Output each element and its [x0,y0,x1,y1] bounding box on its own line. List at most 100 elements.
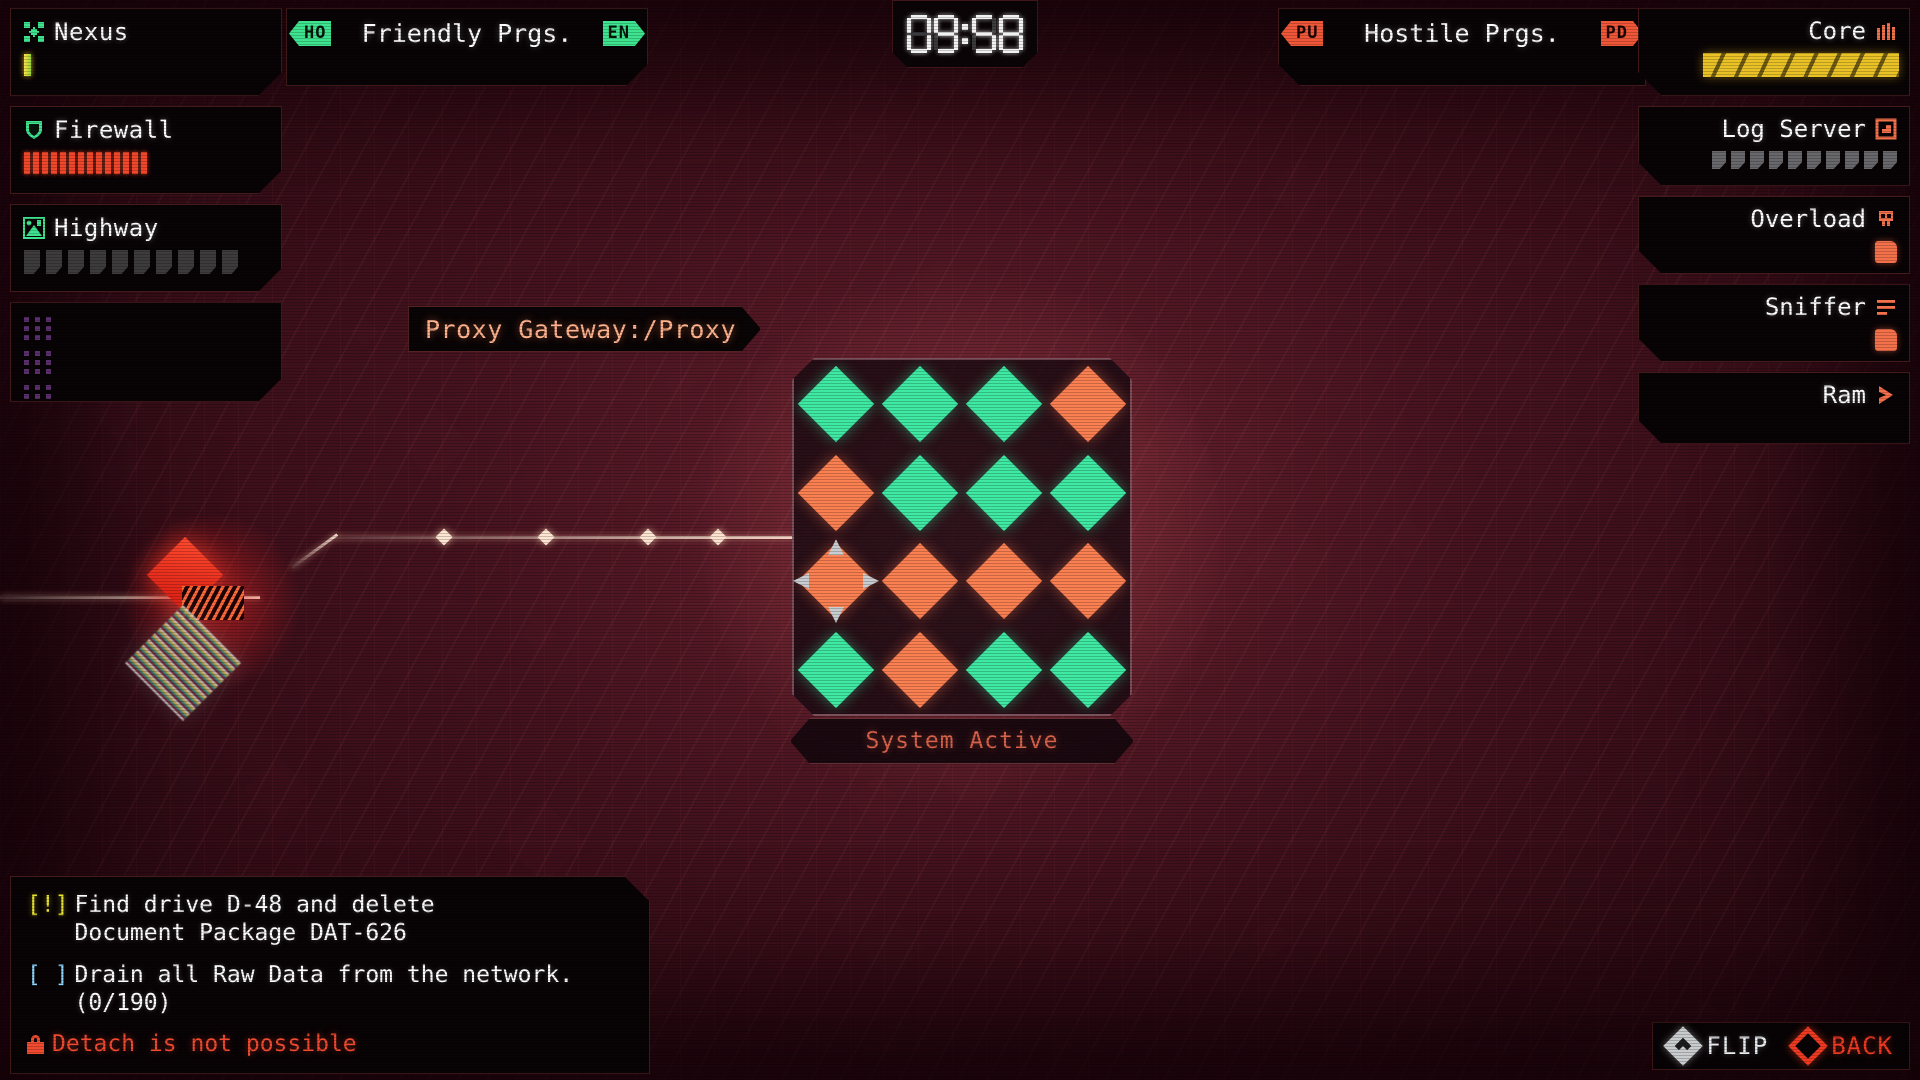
hostile-prev-key[interactable]: PU [1291,21,1323,46]
objective-line-2: Document Package DAT-626 [74,920,407,946]
grid-cell[interactable] [799,633,873,707]
highway-slot[interactable] [90,250,106,274]
back-button[interactable]: BACK [1788,1026,1893,1066]
grid-cell[interactable] [967,456,1041,530]
dot [46,360,51,365]
grid-cell[interactable] [1051,367,1125,441]
grid-diamond-green [966,366,1042,442]
firewall-segment [78,152,84,174]
highway-slot[interactable] [68,250,84,274]
status-panel-highway[interactable]: Highway [10,204,282,292]
firewall-segment [69,152,75,174]
grid-cell[interactable] [1051,633,1125,707]
dot [46,317,51,322]
grid-cell[interactable] [799,456,873,530]
handle-panel[interactable] [10,302,282,402]
grid-cell[interactable] [799,367,873,441]
objective-item: [!] Find drive D-48 and delete Document … [27,891,633,947]
objective-line-1: Find drive D-48 and delete [74,892,435,918]
dot [46,335,51,340]
background-diamond [1385,515,1428,558]
link-node[interactable] [639,528,657,546]
dot [35,317,40,322]
node-grid[interactable] [792,358,1132,716]
status-panel-core[interactable]: Core [1638,8,1910,96]
sniffer-header: Sniffer [1639,285,1909,321]
dot [24,326,29,331]
firewall-header: Firewall [11,107,281,144]
friendly-programs-bar[interactable]: HO Friendly Prgs. EN [286,8,648,86]
hostile-next-key[interactable]: PD [1601,21,1633,46]
nexus-title: Nexus [54,18,129,46]
highway-header: Highway [11,205,281,242]
hostile-programs-bar[interactable]: PU Hostile Prgs. PD [1278,8,1646,86]
highway-slot[interactable] [222,250,238,274]
nexus-gauge [11,46,281,76]
grid-cell[interactable] [883,367,957,441]
grid-cell[interactable] [967,367,1041,441]
dot-group [24,317,281,340]
highway-slot[interactable] [46,250,62,274]
status-panel-log-server[interactable]: Log Server [1638,106,1910,186]
grid-cell[interactable] [883,633,957,707]
selection-arrow-lf [793,573,809,589]
highway-slot[interactable] [134,250,150,274]
status-panel-sniffer[interactable]: Sniffer [1638,284,1910,362]
status-panel-firewall[interactable]: Firewall [10,106,282,194]
log-tick [1807,151,1821,169]
nexus-header: Nexus [11,9,281,46]
firewall-segment [141,152,147,174]
timer-digit [972,15,996,53]
friendly-prev-key[interactable]: HO [299,21,331,46]
background-diamond [761,229,815,283]
grid-cell[interactable] [1051,544,1125,618]
grid-cell[interactable] [967,633,1041,707]
status-panel-ram[interactable]: Ram [1638,372,1910,444]
friendly-programs-label: Friendly Prgs. [361,19,573,48]
status-panel-overload[interactable]: Overload [1638,196,1910,274]
dot-row [24,369,281,374]
hostile-bar-inner: PU Hostile Prgs. PD [1279,9,1645,48]
dot [35,385,40,390]
friendly-next-key[interactable]: EN [603,21,635,46]
objective-line-1: Drain all Raw Data from the network. [74,962,574,988]
overload-title: Overload [1750,205,1866,233]
link-node[interactable] [435,528,453,546]
highway-slot[interactable] [200,250,216,274]
flip-button[interactable]: FLIP [1663,1026,1768,1066]
background-diamond [1046,18,1095,67]
background-diamond [1694,598,1728,632]
grid-cell[interactable] [883,544,957,618]
sniffer-pip [1875,329,1897,351]
link-node[interactable] [537,528,555,546]
grid-cell[interactable] [883,456,957,530]
highway-slot[interactable] [112,250,128,274]
background-diamond [1228,404,1305,481]
grid-cell[interactable] [967,544,1041,618]
grid-cell[interactable] [1051,456,1125,530]
dot [46,394,51,399]
node-label-tag: Proxy Gateway:/Proxy [408,306,761,352]
log-tick [1788,151,1802,169]
bars-icon [1875,20,1897,42]
dot-row [24,351,281,356]
hostile-programs-label: Hostile Prgs. [1364,19,1560,48]
overload-header: Overload [1639,197,1909,233]
grid-cell-selected[interactable] [799,544,873,618]
log-tick [1864,151,1878,169]
dot-row [24,403,281,408]
highway-slot[interactable] [24,250,40,274]
button-hints-bar: FLIP BACK [1652,1022,1910,1070]
highway-slot[interactable] [156,250,172,274]
status-panel-nexus[interactable]: Nexus [10,8,282,96]
dot-row [24,326,281,331]
dot-row [24,335,281,340]
objective-line-2: (0/190) [74,990,172,1016]
dot [35,394,40,399]
network-link-elbow [291,533,339,569]
dot [24,394,29,399]
highway-icon [23,217,45,239]
objective-item: [ ] Drain all Raw Data from the network.… [27,961,633,1017]
firewall-title: Firewall [54,116,174,144]
highway-slot[interactable] [178,250,194,274]
